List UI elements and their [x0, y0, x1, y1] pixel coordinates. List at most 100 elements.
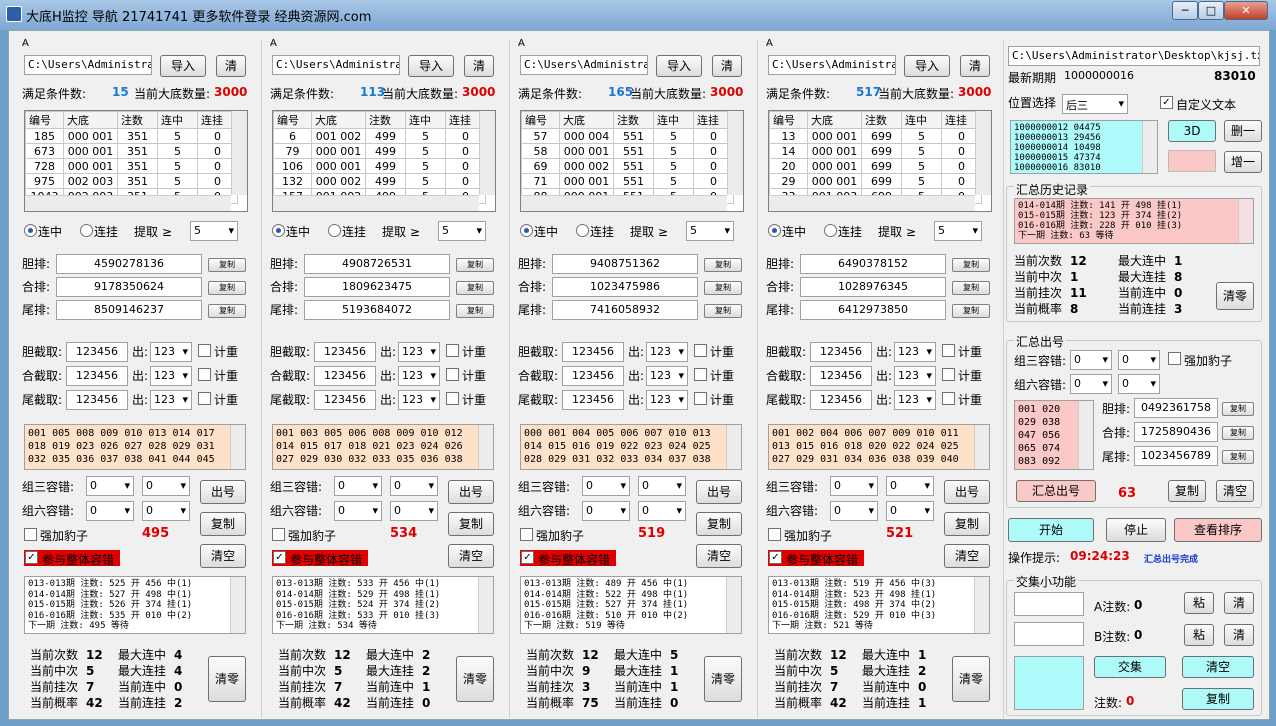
- zu3-select-b[interactable]: 0: [142, 476, 190, 496]
- copy-small-button[interactable]: 复制: [952, 258, 990, 272]
- dan-cut-out-select[interactable]: 123: [150, 342, 192, 362]
- reset-button[interactable]: 清零: [208, 656, 246, 702]
- output-button[interactable]: 出号: [944, 480, 990, 504]
- dadi-table[interactable]: 编号 大底 注数 连中 连挂 57 000 004 551 5 0 58 000 001 551…: [520, 110, 744, 212]
- period-log-scrollbar[interactable]: [726, 577, 741, 633]
- global-tolerance-checkbox[interactable]: ✓: [273, 551, 286, 564]
- column-header[interactable]: 注数: [613, 111, 654, 129]
- summary-log-scrollbar[interactable]: [1238, 199, 1253, 243]
- table-vscroll[interactable]: [975, 111, 991, 195]
- clear-path-button[interactable]: 清: [464, 55, 494, 77]
- zu3-select-a[interactable]: 0: [582, 476, 630, 496]
- dan-cut-weight-checkbox[interactable]: [942, 344, 955, 357]
- data-file-path[interactable]: C:\Users\Administrator\Desktop\kjsj.txt: [1008, 46, 1260, 66]
- copy-small-button[interactable]: 复制: [456, 258, 494, 272]
- he-field[interactable]: 9178350624: [56, 277, 202, 297]
- summary-dan-field[interactable]: 0492361758: [1134, 398, 1218, 418]
- dan-cut-input[interactable]: 123456: [314, 342, 376, 362]
- he-field[interactable]: 1809623475: [304, 277, 450, 297]
- table-hscroll[interactable]: [769, 195, 975, 211]
- copy-button[interactable]: 复制: [696, 512, 742, 536]
- copy-small-button[interactable]: 复制: [704, 281, 742, 295]
- zu6-select-a[interactable]: 0: [334, 501, 382, 521]
- extract-select[interactable]: 5: [190, 221, 238, 241]
- force-leopard-checkbox[interactable]: [768, 528, 781, 541]
- wei-cut-input[interactable]: 123456: [66, 390, 128, 410]
- copy-small-button[interactable]: 复制: [1222, 426, 1254, 440]
- summary-output-button[interactable]: 汇总出号: [1016, 480, 1096, 502]
- force-leopard-checkbox[interactable]: [1168, 352, 1181, 365]
- table-hscroll[interactable]: [25, 195, 231, 211]
- table-row[interactable]: 69 000 002 551 5 0: [521, 158, 734, 174]
- clear-path-button[interactable]: 清: [216, 55, 246, 77]
- summary-copy-button[interactable]: 复制: [1168, 480, 1206, 502]
- table-hscroll[interactable]: [273, 195, 479, 211]
- table-row[interactable]: 6 001 002 499 5 0: [273, 128, 486, 144]
- paste-a-button[interactable]: 粘: [1184, 592, 1214, 614]
- force-leopard-checkbox[interactable]: [272, 528, 285, 541]
- custom-text-checkbox[interactable]: ✓: [1160, 96, 1173, 109]
- column-header[interactable]: 连中: [405, 111, 446, 129]
- zu3-select-a[interactable]: 0: [1070, 350, 1112, 370]
- import-button[interactable]: 导入: [656, 55, 702, 77]
- history-scrollbar[interactable]: [1142, 121, 1157, 173]
- column-header[interactable]: 大底: [311, 111, 366, 129]
- table-vscroll[interactable]: [727, 111, 743, 195]
- clear-a-button[interactable]: 清: [1224, 592, 1254, 614]
- wei-cut-out-select[interactable]: 123: [398, 390, 440, 410]
- column-header[interactable]: 大底: [559, 111, 614, 129]
- clear-b-button[interactable]: 清: [1224, 624, 1254, 646]
- clear-button[interactable]: 清空: [200, 544, 246, 568]
- extract-select[interactable]: 5: [686, 221, 734, 241]
- extract-select[interactable]: 5: [934, 221, 982, 241]
- zu6-select-b[interactable]: 0: [142, 501, 190, 521]
- dan-cut-weight-checkbox[interactable]: [694, 344, 707, 357]
- column-header[interactable]: 大底: [63, 111, 118, 129]
- dan-cut-weight-checkbox[interactable]: [198, 344, 211, 357]
- summary-clear-button[interactable]: 清空: [1216, 480, 1254, 502]
- reset-button[interactable]: 清零: [952, 656, 990, 702]
- column-header[interactable]: 连中: [901, 111, 942, 129]
- mode-radio-lianzhong[interactable]: [272, 224, 285, 237]
- intersect-clear-button[interactable]: 清空: [1182, 656, 1254, 678]
- he-cut-weight-checkbox[interactable]: [942, 368, 955, 381]
- dan-field[interactable]: 6490378152: [800, 254, 946, 274]
- clear-button[interactable]: 清空: [448, 544, 494, 568]
- number-list[interactable]: 001 003 005 006 008 009 010 012 014 015 …: [272, 424, 494, 470]
- dadi-table[interactable]: 编号 大底 注数 连中 连挂 185 000 001 351 5 0 673 000 001 3…: [24, 110, 248, 212]
- mode-radio-liangua[interactable]: [80, 224, 93, 237]
- global-tolerance-checkbox[interactable]: ✓: [769, 551, 782, 564]
- number-list-scrollbar[interactable]: [726, 425, 741, 469]
- zu6-select-b[interactable]: 0: [390, 501, 438, 521]
- copy-small-button[interactable]: 复制: [952, 281, 990, 295]
- he-cut-out-select[interactable]: 123: [150, 366, 192, 386]
- number-list[interactable]: 001 005 008 009 010 013 014 017 018 019 …: [24, 424, 246, 470]
- output-button[interactable]: 出号: [200, 480, 246, 504]
- number-list[interactable]: 000 001 004 005 006 007 010 013 014 015 …: [520, 424, 742, 470]
- copy-button[interactable]: 复制: [200, 512, 246, 536]
- wei-cut-weight-checkbox[interactable]: [198, 392, 211, 405]
- dadi-table[interactable]: 编号 大底 注数 连中 连挂 13 000 001 699 5 0 14 000 001 699…: [768, 110, 992, 212]
- import-button[interactable]: 导入: [160, 55, 206, 77]
- dan-cut-out-select[interactable]: 123: [398, 342, 440, 362]
- dan-cut-input[interactable]: 123456: [810, 342, 872, 362]
- output-button[interactable]: 出号: [448, 480, 494, 504]
- mode-radio-lianzhong[interactable]: [520, 224, 533, 237]
- copy-small-button[interactable]: 复制: [456, 304, 494, 318]
- summary-wei-field[interactable]: 1023456789: [1134, 446, 1218, 466]
- table-row[interactable]: 13 000 001 699 5 0: [769, 128, 982, 144]
- a-input[interactable]: [1014, 592, 1084, 616]
- table-row[interactable]: 71 000 001 551 5 0: [521, 173, 734, 189]
- he-cut-weight-checkbox[interactable]: [694, 368, 707, 381]
- force-leopard-checkbox[interactable]: [24, 528, 37, 541]
- dan-cut-input[interactable]: 123456: [562, 342, 624, 362]
- dan-field[interactable]: 9408751362: [552, 254, 698, 274]
- reset-button[interactable]: 清零: [704, 656, 742, 702]
- zu6-select-b[interactable]: 0: [1118, 374, 1160, 394]
- summary-numbers-scrollbar[interactable]: [1078, 401, 1093, 469]
- table-row[interactable]: 975 002 003 351 5 0: [25, 173, 238, 189]
- file-path-input[interactable]: C:\Users\Administrator: [768, 55, 896, 75]
- number-list-scrollbar[interactable]: [230, 425, 245, 469]
- file-path-input[interactable]: C:\Users\Administrator: [272, 55, 400, 75]
- minimize-button[interactable]: ─: [1172, 1, 1198, 20]
